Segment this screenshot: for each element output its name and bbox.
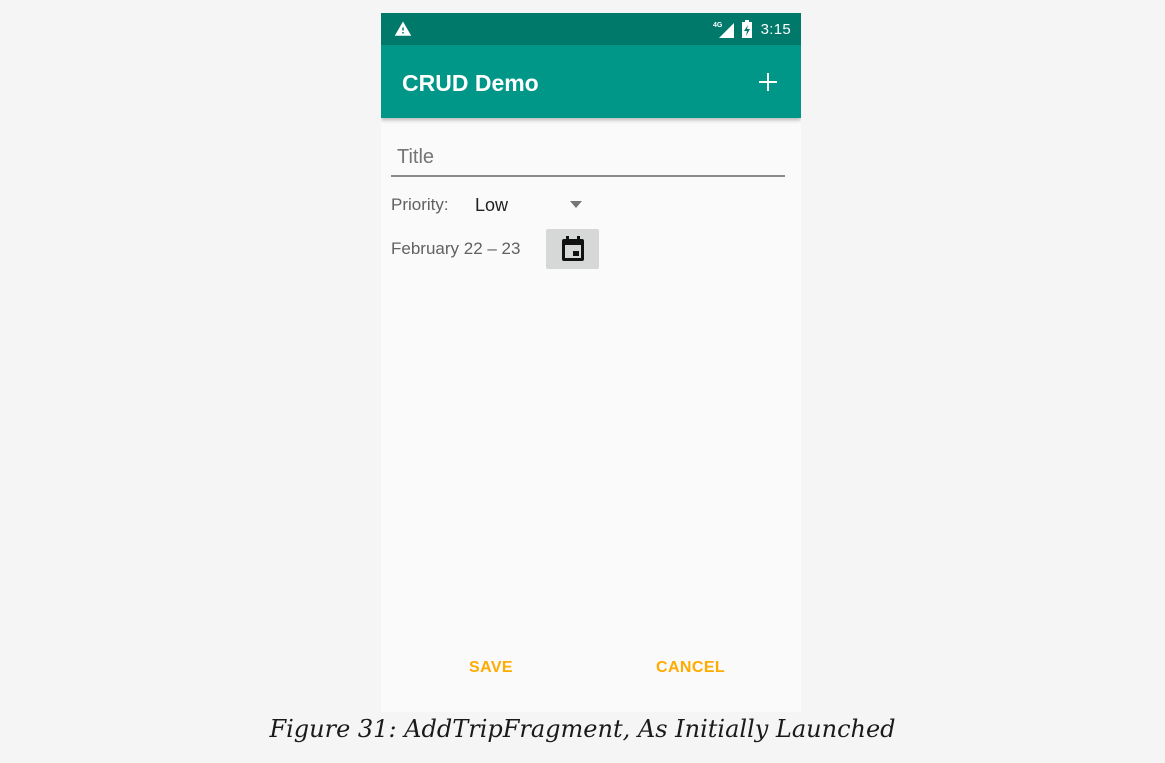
status-bar: 4G 3:15 (381, 13, 801, 45)
status-clock: 3:15 (760, 20, 791, 38)
add-button[interactable] (751, 65, 785, 99)
dropdown-arrow-icon (570, 201, 582, 208)
priority-selected-value: Low (475, 195, 509, 215)
calendar-icon (561, 236, 584, 261)
save-button[interactable]: SAVE (469, 659, 513, 677)
cancel-button[interactable]: CANCEL (656, 659, 725, 677)
signal-icon: 4G (713, 22, 734, 38)
date-range-text: February 22 – 23 (391, 239, 521, 258)
battery-icon (741, 20, 752, 38)
network-type-label: 4G (713, 22, 723, 29)
priority-dropdown[interactable]: Low (463, 189, 593, 219)
plus-icon (759, 73, 777, 91)
date-picker-button[interactable] (546, 229, 599, 269)
priority-label: Priority: (391, 195, 449, 214)
app-bar: CRUD Demo (381, 45, 801, 118)
title-input[interactable] (391, 139, 785, 177)
status-icons: 4G 3:15 (713, 13, 791, 45)
device-screen: 4G 3:15 CRUD Demo Priority: Low Februar (381, 13, 801, 712)
warning-icon (394, 21, 412, 36)
app-title: CRUD Demo (402, 70, 539, 96)
figure-caption: Figure 31: AddTripFragment, As Initially… (269, 715, 896, 743)
